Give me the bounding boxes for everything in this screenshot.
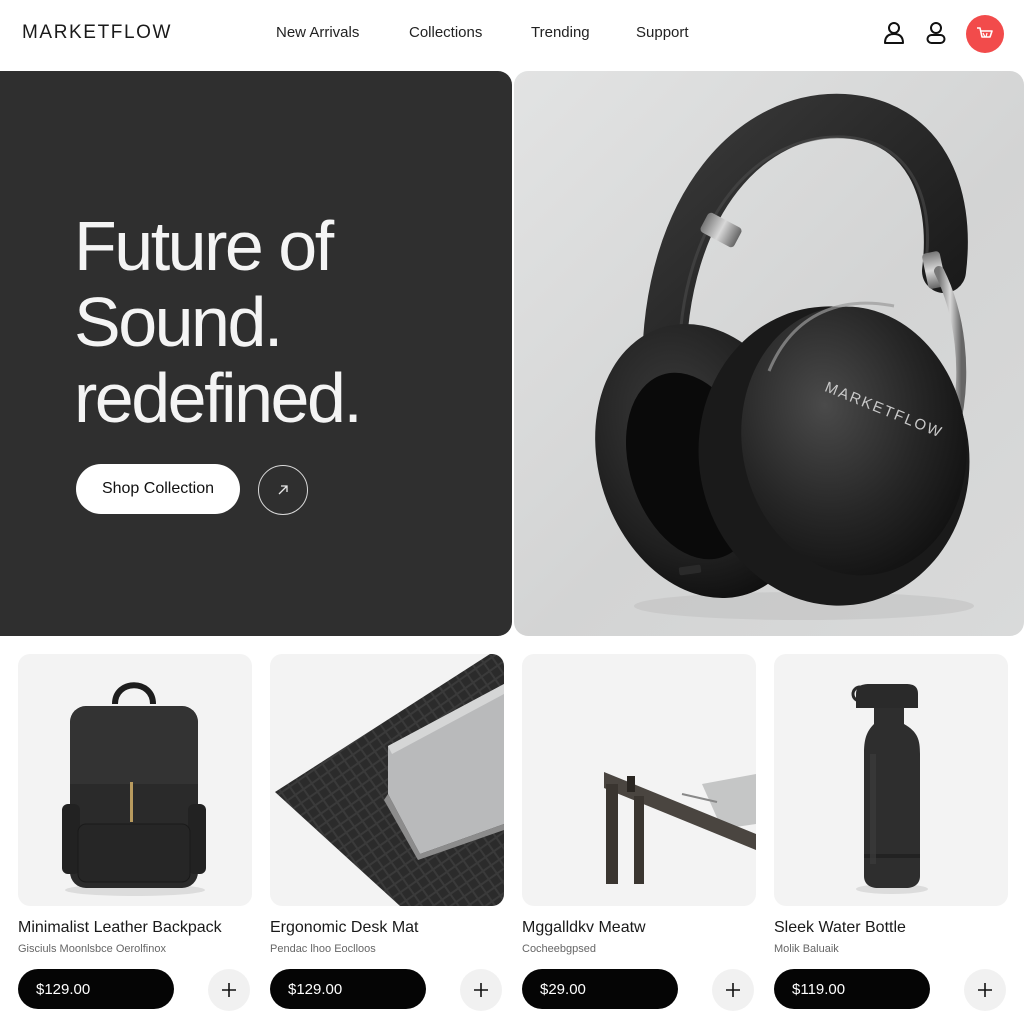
- hero-title-line-2: Sound.: [74, 283, 283, 361]
- arrow-up-right-icon: [278, 485, 288, 495]
- price-button[interactable]: $119.00: [774, 969, 930, 1009]
- backpack-illustration: [62, 682, 206, 896]
- product-name[interactable]: Sleek Water Bottle: [774, 919, 906, 937]
- product-subtitle: Gisciuls Moonlsbce Oerolfinox: [18, 943, 166, 955]
- product-image-desk-mat[interactable]: [270, 654, 504, 906]
- shop-collection-button[interactable]: Shop Collection: [76, 464, 240, 514]
- hero-title-line-3: redefined.: [74, 359, 363, 437]
- profile-button[interactable]: [919, 16, 953, 50]
- account-icon: [884, 22, 904, 44]
- product-image-backpack[interactable]: [18, 654, 252, 906]
- nav-collections[interactable]: Collections: [409, 24, 482, 41]
- plus-icon: [978, 983, 992, 997]
- profile-icon: [926, 22, 946, 44]
- desk-mat-illustration: [275, 654, 504, 906]
- hero-product-image: MARKETFLOW: [514, 71, 1024, 636]
- nav-support[interactable]: Support: [636, 24, 689, 41]
- brand-logo[interactable]: MARKETFLOW: [22, 22, 172, 44]
- plus-icon: [474, 983, 488, 997]
- product-subtitle: Cocheebgpsed: [522, 943, 597, 955]
- site-header: MARKETFLOW New Arrivals Collections Tren…: [0, 0, 1024, 66]
- stand-illustration: [604, 772, 756, 884]
- price-button[interactable]: $29.00: [522, 969, 678, 1009]
- water-bottle-illustration: [851, 684, 928, 894]
- nav-trending[interactable]: Trending: [531, 24, 590, 41]
- product-subtitle: Molik Baluaik: [774, 943, 839, 955]
- hero-arrow-button[interactable]: [258, 465, 308, 515]
- price-button[interactable]: $129.00: [270, 969, 426, 1009]
- add-to-cart-button[interactable]: [208, 969, 250, 1011]
- plus-icon: [222, 983, 236, 997]
- add-to-cart-button[interactable]: [712, 969, 754, 1011]
- price-button[interactable]: $129.00: [18, 969, 174, 1009]
- add-to-cart-button[interactable]: [460, 969, 502, 1011]
- nav-new-arrivals[interactable]: New Arrivals: [276, 24, 359, 41]
- hero-title-line-1: Future of: [74, 207, 334, 285]
- product-name[interactable]: Mggalldkv Meatw: [522, 919, 646, 937]
- cart-icon: [977, 27, 993, 38]
- product-image-water-bottle[interactable]: [774, 654, 1008, 906]
- product-name[interactable]: Ergonomic Desk Mat: [270, 919, 419, 937]
- headphones-illustration: MARKETFLOW: [595, 93, 974, 620]
- product-subtitle: Pendac lhoo Eoclloos: [270, 943, 376, 955]
- account-button[interactable]: [877, 16, 911, 50]
- plus-icon: [726, 983, 740, 997]
- add-to-cart-button[interactable]: [964, 969, 1006, 1011]
- hero-title: Future of Sound. redefined.: [74, 208, 494, 436]
- product-name[interactable]: Minimalist Leather Backpack: [18, 919, 222, 937]
- product-image-stand[interactable]: [522, 654, 756, 906]
- cart-button[interactable]: [966, 15, 1004, 53]
